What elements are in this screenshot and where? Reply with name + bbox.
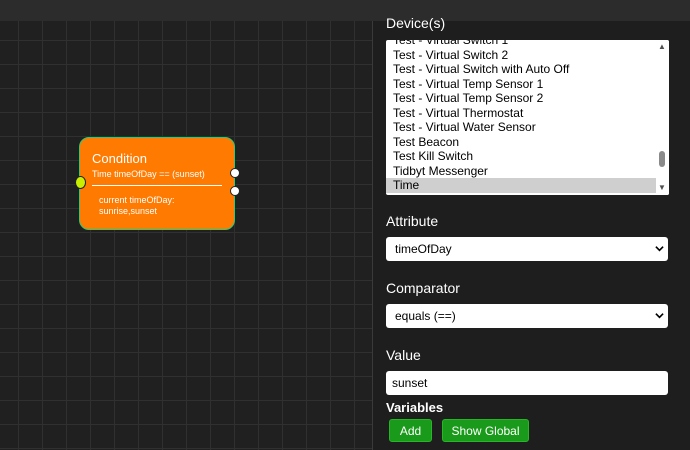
device-option[interactable]: Test - Virtual Temp Sensor 2 <box>386 91 656 106</box>
device-option[interactable]: Test - Virtual Switch 2 <box>386 48 656 63</box>
device-option[interactable]: Test - Virtual Water Sensor <box>386 120 656 135</box>
output-port-false[interactable] <box>230 186 240 196</box>
add-variable-button[interactable]: Add <box>389 419 432 442</box>
top-bar <box>0 0 690 21</box>
comparator-select-value: equals (==) <box>395 309 456 323</box>
variables-label: Variables <box>386 400 444 415</box>
node-expression: Time timeOfDay == (sunset) <box>92 169 205 179</box>
attribute-select-value: timeOfDay <box>395 242 452 256</box>
condition-node[interactable]: Condition Time timeOfDay == (sunset) cur… <box>75 137 240 230</box>
show-global-button[interactable]: Show Global <box>442 419 529 442</box>
properties-panel: Device(s) Test - Virtual Switch 1 Test - … <box>373 15 690 450</box>
chevron-down-icon <box>655 313 664 319</box>
device-option[interactable]: Test Beacon <box>386 135 656 150</box>
device-option[interactable]: Test - Virtual Switch with Auto Off <box>386 62 656 77</box>
device-list: Test - Virtual Switch 1 Test - Virtual Sw… <box>386 40 656 193</box>
device-option[interactable]: Test - Virtual Temp Sensor 1 <box>386 77 656 92</box>
node-detail-line1: current timeOfDay: <box>99 195 175 205</box>
attribute-label: Attribute <box>386 213 439 229</box>
attribute-select[interactable]: timeOfDay <box>386 237 668 261</box>
node-detail-line2: sunrise,sunset <box>99 206 158 216</box>
device-option[interactable]: Test Kill Switch <box>386 149 656 164</box>
chevron-down-icon <box>655 246 664 252</box>
comparator-label: Comparator <box>386 280 460 296</box>
scroll-up-arrow-icon[interactable]: ▲ <box>658 43 666 51</box>
device-option[interactable]: Test - Virtual Switch 1 <box>386 40 656 48</box>
output-port-true[interactable] <box>230 168 240 178</box>
device-option[interactable]: Time <box>386 178 656 193</box>
input-port[interactable] <box>75 176 86 189</box>
node-detail: current timeOfDay: sunrise,sunset <box>99 195 175 217</box>
listbox-scrollbar[interactable]: ▲ ▼ <box>656 40 669 195</box>
device-option[interactable]: Tidbyt Messenger <box>386 164 656 179</box>
comparator-select[interactable]: equals (==) <box>386 304 668 328</box>
scroll-down-arrow-icon[interactable]: ▼ <box>658 184 666 192</box>
flow-canvas[interactable] <box>0 21 373 450</box>
value-label: Value <box>386 347 421 363</box>
device-option[interactable]: Test - Virtual Thermostat <box>386 106 656 121</box>
value-input[interactable]: sunset <box>386 371 668 395</box>
node-title: Condition <box>92 151 147 166</box>
node-divider <box>92 185 222 186</box>
scroll-thumb[interactable] <box>659 151 665 167</box>
device-label: Device(s) <box>386 15 446 31</box>
device-listbox[interactable]: Test - Virtual Switch 1 Test - Virtual Sw… <box>386 40 669 195</box>
